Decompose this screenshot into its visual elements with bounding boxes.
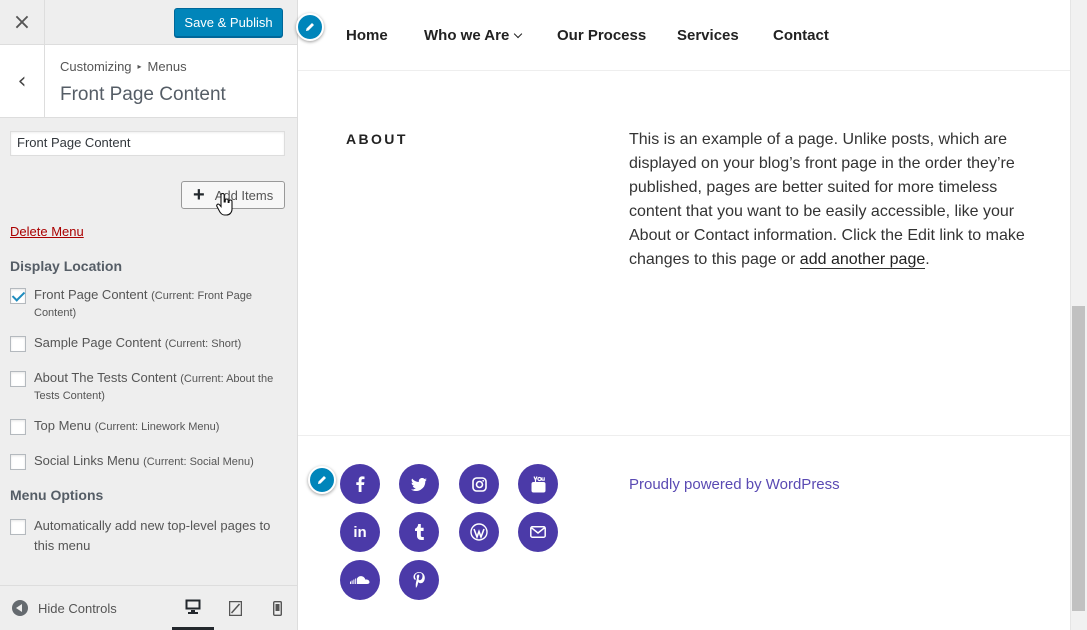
twitter-icon[interactable] bbox=[399, 464, 439, 504]
scrollbar-thumb[interactable] bbox=[1072, 306, 1085, 611]
mobile-icon[interactable] bbox=[256, 586, 298, 630]
about-text: This is an example of a page. Unlike pos… bbox=[629, 131, 1025, 268]
location-label: Top Menu (Current: Linework Menu) bbox=[34, 418, 219, 435]
wordpress-icon[interactable] bbox=[459, 512, 499, 552]
tumblr-icon[interactable] bbox=[399, 512, 439, 552]
location-sample-page[interactable]: Sample Page Content (Current: Short) bbox=[10, 335, 288, 352]
checkbox[interactable] bbox=[10, 336, 26, 352]
location-name: About The Tests Content bbox=[34, 370, 177, 385]
location-name: Social Links Menu bbox=[34, 453, 140, 468]
linkedin-icon[interactable]: in bbox=[340, 512, 380, 552]
edit-social-pencil-icon[interactable] bbox=[308, 466, 336, 494]
breadcrumb-leaf: Menus bbox=[147, 59, 187, 74]
nav-who-we-are-label: Who we Are bbox=[424, 27, 510, 44]
location-current: (Current: Linework Menu) bbox=[94, 421, 220, 433]
facebook-icon[interactable] bbox=[340, 464, 380, 504]
location-label: About The Tests Content (Current: About … bbox=[34, 370, 288, 404]
hide-controls-label: Hide Controls bbox=[38, 600, 117, 616]
desktop-icon[interactable] bbox=[172, 586, 214, 630]
save-publish-button[interactable]: Save & Publish bbox=[174, 8, 283, 37]
site-preview: Home Who we Are Our Process Services Con… bbox=[296, 0, 1070, 630]
instagram-icon[interactable] bbox=[459, 464, 499, 504]
top-navigation: Home Who we Are Our Process Services Con… bbox=[296, 0, 1070, 71]
breadcrumb: Customizing ▸ Menus bbox=[60, 59, 187, 74]
nav-our-process[interactable]: Our Process bbox=[557, 27, 646, 44]
breadcrumb-root: Customizing bbox=[60, 59, 132, 74]
menu-name-input[interactable]: Front Page Content bbox=[10, 131, 285, 156]
breadcrumb-separator-icon: ▸ bbox=[137, 62, 142, 71]
tablet-icon[interactable] bbox=[214, 586, 256, 630]
collapse-arrow-icon bbox=[12, 600, 28, 616]
customizer-header: × Save & Publish bbox=[0, 0, 297, 45]
location-front-page[interactable]: Front Page Content (Current: Front Page … bbox=[10, 287, 288, 321]
footer-divider bbox=[298, 435, 1070, 436]
plus-icon: + bbox=[193, 184, 205, 206]
edit-menu-pencil-icon[interactable] bbox=[296, 13, 324, 41]
chevron-down-icon bbox=[514, 29, 523, 39]
location-top-menu[interactable]: Top Menu (Current: Linework Menu) bbox=[10, 418, 288, 435]
delete-menu-link[interactable]: Delete Menu bbox=[10, 224, 84, 239]
location-label: Sample Page Content (Current: Short) bbox=[34, 335, 241, 352]
auto-add-label: Automatically add new top-level pages to… bbox=[34, 518, 271, 553]
checkbox-checked[interactable] bbox=[10, 288, 26, 304]
customizer-sidebar: × Save & Publish ‹ Customizing ▸ Menus F… bbox=[0, 0, 298, 630]
location-label: Social Links Menu (Current: Social Menu) bbox=[34, 453, 254, 470]
hand-cursor-icon bbox=[216, 193, 233, 216]
powered-by-wordpress-link[interactable]: Proudly powered by WordPress bbox=[629, 476, 840, 493]
youtube-icon[interactable] bbox=[518, 464, 558, 504]
hide-controls-button[interactable]: Hide Controls bbox=[12, 600, 117, 616]
location-name: Top Menu bbox=[34, 418, 92, 433]
about-end: . bbox=[925, 251, 930, 268]
nav-contact[interactable]: Contact bbox=[773, 27, 829, 44]
nav-who-we-are[interactable]: Who we Are bbox=[424, 27, 523, 44]
menu-options-title: Menu Options bbox=[10, 487, 104, 503]
location-current: (Current: Social Menu) bbox=[143, 456, 254, 468]
back-arrow-icon[interactable]: ‹ bbox=[0, 45, 45, 117]
about-content: This is an example of a page. Unlike pos… bbox=[629, 128, 1029, 272]
add-another-page-link[interactable]: add another page bbox=[799, 251, 926, 269]
checkbox[interactable] bbox=[10, 454, 26, 470]
checkbox[interactable] bbox=[10, 419, 26, 435]
soundcloud-icon[interactable] bbox=[340, 560, 380, 600]
display-location-title: Display Location bbox=[10, 258, 123, 274]
section-header: ‹ Customizing ▸ Menus Front Page Content bbox=[0, 45, 297, 118]
about-heading: ABOUT bbox=[346, 131, 408, 147]
location-label: Front Page Content (Current: Front Page … bbox=[34, 287, 288, 321]
close-icon[interactable]: × bbox=[0, 0, 45, 45]
location-name: Sample Page Content bbox=[34, 335, 162, 350]
checkbox[interactable] bbox=[10, 519, 26, 535]
pinterest-icon[interactable] bbox=[399, 560, 439, 600]
email-icon[interactable] bbox=[518, 512, 558, 552]
customizer-footer: Hide Controls bbox=[0, 585, 297, 630]
nav-services[interactable]: Services bbox=[677, 27, 739, 44]
nav-home[interactable]: Home bbox=[346, 27, 388, 44]
location-name: Front Page Content bbox=[34, 287, 148, 302]
checkbox[interactable] bbox=[10, 371, 26, 387]
section-title: Front Page Content bbox=[60, 84, 226, 105]
auto-add-option[interactable]: Automatically add new top-level pages to… bbox=[10, 518, 288, 556]
location-social-links[interactable]: Social Links Menu (Current: Social Menu) bbox=[10, 453, 288, 470]
location-current: (Current: Short) bbox=[164, 338, 242, 350]
location-about-tests[interactable]: About The Tests Content (Current: About … bbox=[10, 370, 288, 404]
